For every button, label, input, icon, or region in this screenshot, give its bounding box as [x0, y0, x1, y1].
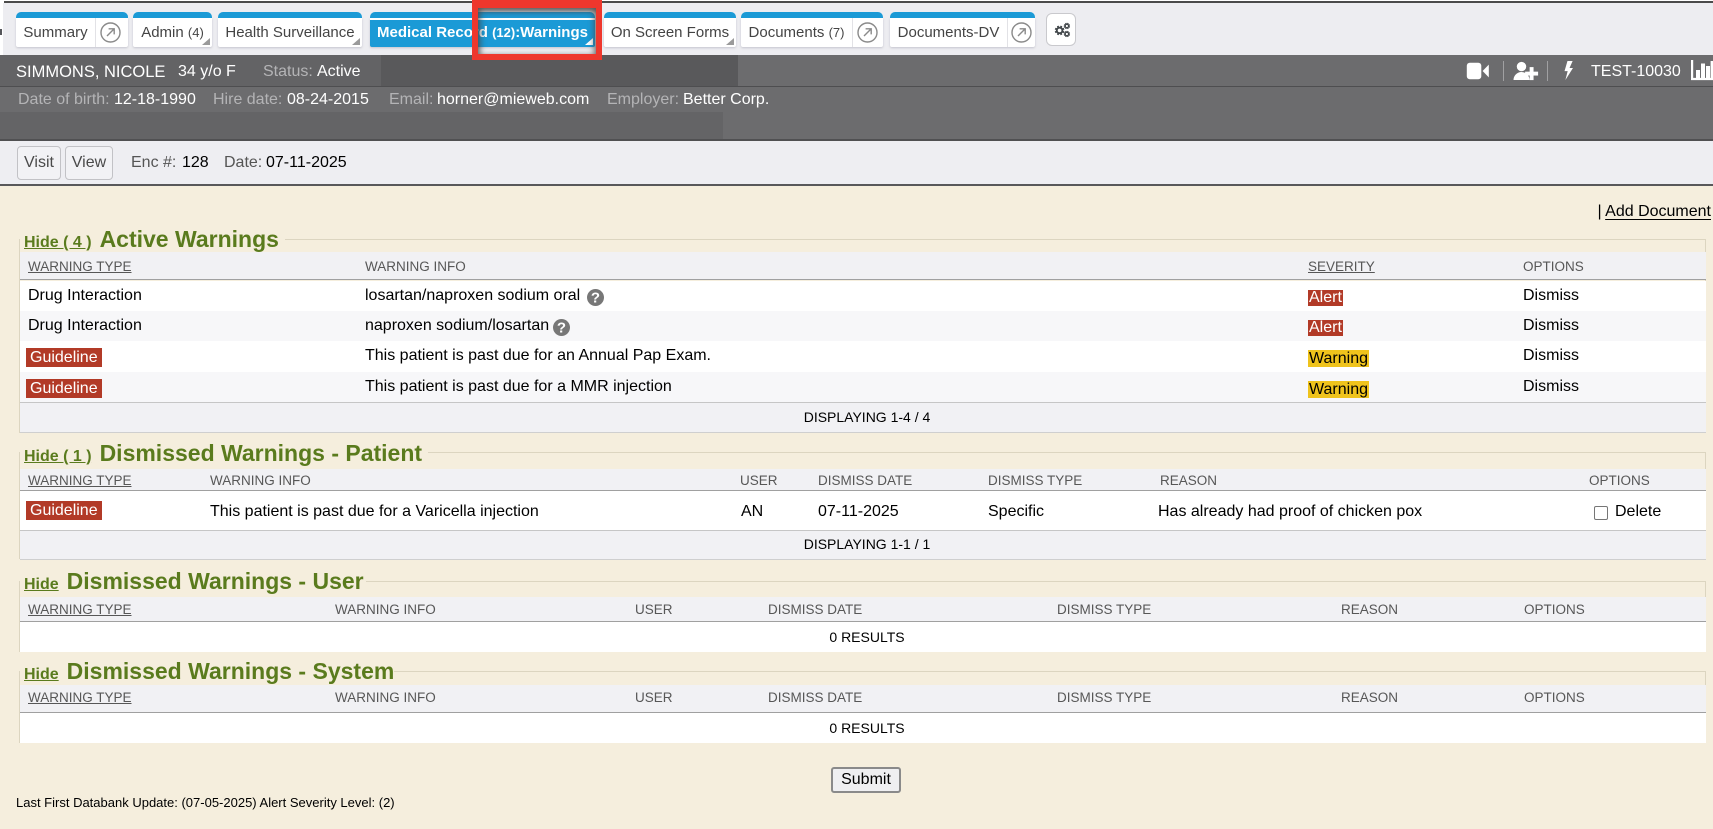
svg-text:?: ? — [591, 290, 600, 306]
svg-text:?: ? — [557, 320, 566, 336]
